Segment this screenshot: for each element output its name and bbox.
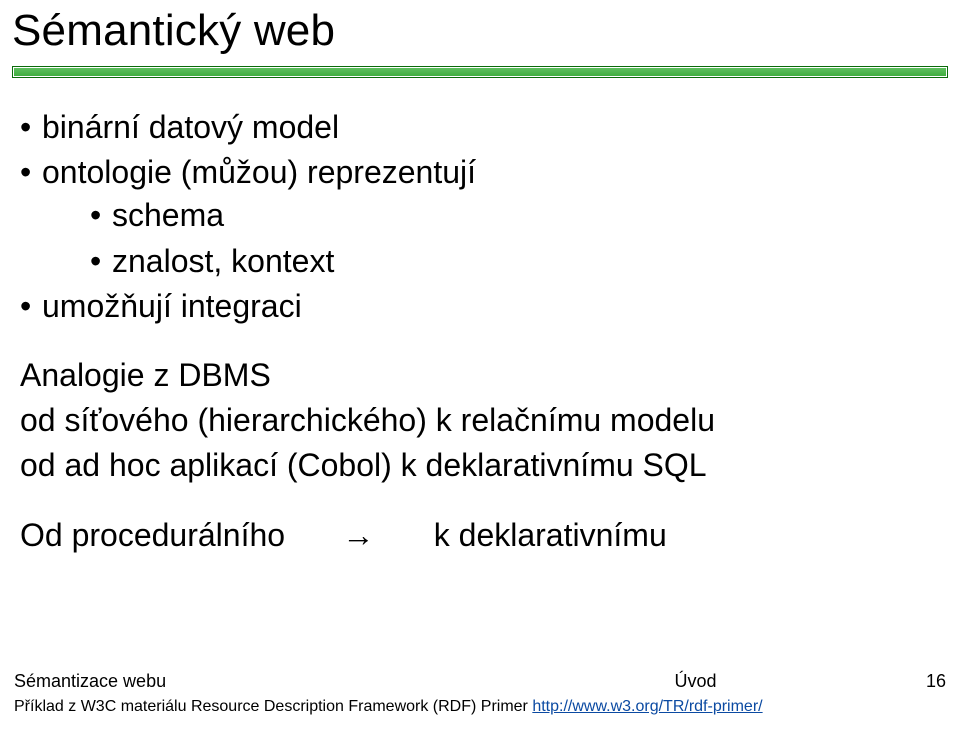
list-item: znalost, kontext <box>90 240 948 283</box>
slide-title: Sémantický web <box>0 0 960 66</box>
title-divider-fill <box>14 68 946 76</box>
arrow-left-text: Od procedurálního <box>20 517 285 553</box>
list-item-text: ontologie (můžou) reprezentují <box>42 154 476 190</box>
footer-link[interactable]: http://www.w3.org/TR/rdf-primer/ <box>532 698 762 715</box>
list-item: schema <box>90 194 948 237</box>
slide-body: binární datový model ontologie (můžou) r… <box>0 78 960 557</box>
arrow-right-text: k deklarativnímu <box>434 517 667 553</box>
list-item-text: umožňují integraci <box>42 288 302 324</box>
slide: Sémantický web binární datový model onto… <box>0 0 960 732</box>
list-item: binární datový model <box>20 106 948 149</box>
slide-footer: Sémantizace webu Úvod 16 Příklad z W3C m… <box>0 671 960 716</box>
list-item-text: binární datový model <box>42 109 339 145</box>
analogy-block: Analogie z DBMS od síťového (hierarchick… <box>12 354 948 488</box>
footer-note: Příklad z W3C materiálu Resource Descrip… <box>14 698 946 716</box>
arrow-icon: → <box>338 514 380 557</box>
footer-center: Úvod <box>505 671 886 692</box>
list-item: ontologie (můžou) reprezentují schema zn… <box>20 151 948 283</box>
arrow-row: Od procedurálního → k deklarativnímu <box>12 514 948 557</box>
title-divider <box>12 66 948 78</box>
footer-page-number: 16 <box>886 671 946 692</box>
analogy-line: od ad hoc aplikací (Cobol) k deklarativn… <box>20 444 948 487</box>
list-item-text: znalost, kontext <box>112 243 334 279</box>
sub-bullet-list: schema znalost, kontext <box>42 194 948 282</box>
analogy-line: od síťového (hierarchického) k relačnímu… <box>20 399 948 442</box>
analogy-line: Analogie z DBMS <box>20 354 948 397</box>
list-item: umožňují integraci <box>20 285 948 328</box>
footer-row: Sémantizace webu Úvod 16 <box>14 671 946 692</box>
list-item-text: schema <box>112 197 224 233</box>
footer-note-text: Příklad z W3C materiálu Resource Descrip… <box>14 698 532 715</box>
bullet-list: binární datový model ontologie (můžou) r… <box>12 106 948 328</box>
footer-left: Sémantizace webu <box>14 671 505 692</box>
